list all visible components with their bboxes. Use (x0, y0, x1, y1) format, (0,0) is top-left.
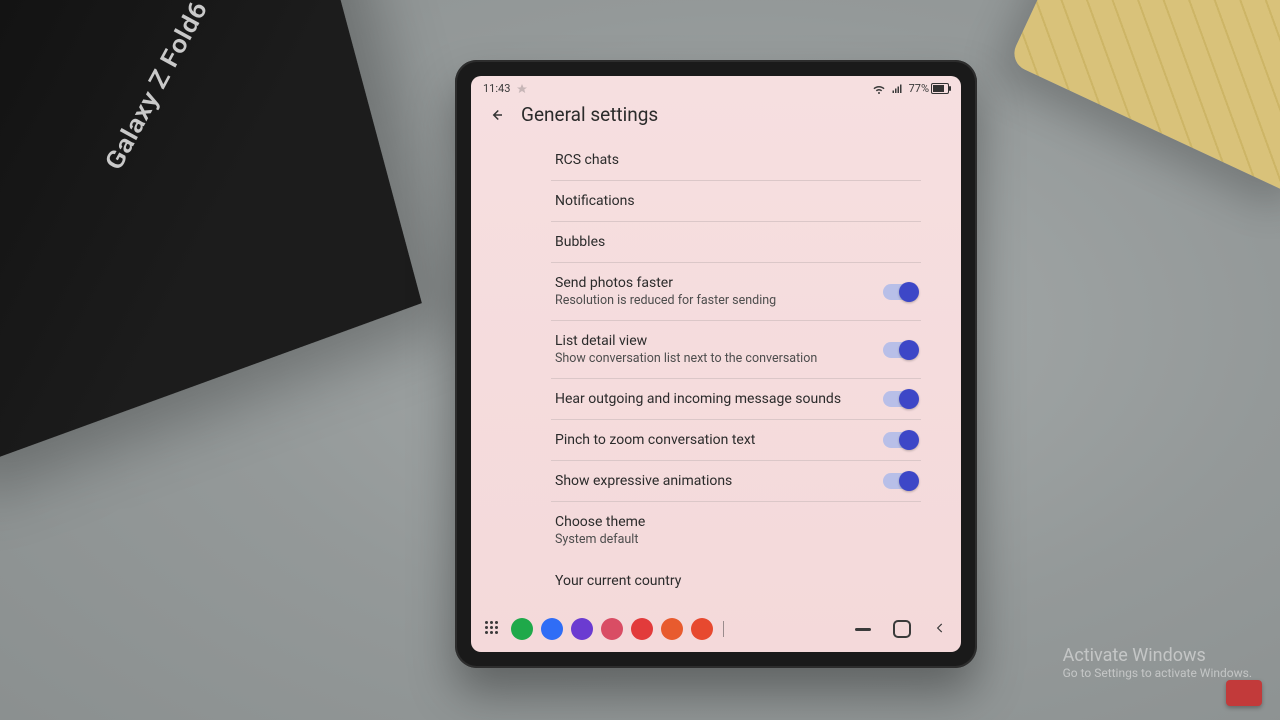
toggle-pinch-zoom[interactable] (883, 432, 917, 448)
watermark-title: Activate Windows (1063, 645, 1252, 666)
location-icon (516, 83, 528, 95)
setting-label: List detail view (555, 333, 871, 349)
taskbar-separator (723, 621, 724, 637)
signal-icon (891, 83, 903, 95)
battery-percent: 77% (909, 82, 929, 95)
watermark-subtitle: Go to Settings to activate Windows. (1063, 666, 1252, 680)
status-bar: 11:43 77% (471, 76, 961, 97)
channel-logo (1226, 680, 1262, 706)
settings-list: RCS chats Notifications Bubbles Send pho… (551, 140, 921, 589)
setting-rcs-chats[interactable]: RCS chats (551, 140, 921, 181)
toggle-send-photos-faster[interactable] (883, 284, 917, 300)
status-time: 11:43 (483, 82, 510, 95)
product-box-prop (0, 0, 422, 481)
arrow-left-icon (487, 106, 505, 124)
page-header: General settings (471, 97, 961, 136)
setting-current-country[interactable]: Your current country (551, 559, 921, 589)
setting-label: Bubbles (555, 234, 917, 250)
taskbar-app-phone[interactable] (511, 618, 533, 640)
nav-back-button[interactable] (933, 620, 947, 639)
taskbar-app-app4[interactable] (601, 618, 623, 640)
setting-label: Pinch to zoom conversation text (555, 432, 871, 448)
battery-indicator: 77% (909, 82, 949, 95)
taskbar (471, 612, 961, 646)
setting-label: Send photos faster (555, 275, 871, 291)
app-drawer-button[interactable] (485, 621, 501, 637)
nav-home-button[interactable] (893, 620, 911, 638)
wood-prop (1009, 0, 1280, 197)
nav-recents-button[interactable] (855, 628, 871, 631)
setting-label: Hear outgoing and incoming message sound… (555, 391, 871, 407)
setting-sublabel: Show conversation list next to the conve… (555, 351, 871, 366)
setting-label: RCS chats (555, 152, 917, 168)
setting-bubbles[interactable]: Bubbles (551, 222, 921, 263)
setting-pinch-zoom[interactable]: Pinch to zoom conversation text (551, 420, 921, 461)
device-screen: 11:43 77% (471, 76, 961, 652)
windows-activation-watermark: Activate Windows Go to Settings to activ… (1063, 645, 1252, 680)
taskbar-app-viber[interactable] (571, 618, 593, 640)
setting-list-detail-view[interactable]: List detail view Show conversation list … (551, 321, 921, 379)
setting-label: Your current country (555, 573, 917, 589)
toggle-expressive-animations[interactable] (883, 473, 917, 489)
setting-expressive-animations[interactable]: Show expressive animations (551, 461, 921, 502)
toggle-message-sounds[interactable] (883, 391, 917, 407)
setting-message-sounds[interactable]: Hear outgoing and incoming message sound… (551, 379, 921, 420)
setting-label: Notifications (555, 193, 917, 209)
navigation-bar (855, 620, 947, 639)
setting-notifications[interactable]: Notifications (551, 181, 921, 222)
taskbar-app-app6[interactable] (661, 618, 683, 640)
setting-label: Show expressive animations (555, 473, 871, 489)
setting-send-photos-faster[interactable]: Send photos faster Resolution is reduced… (551, 263, 921, 321)
back-button[interactable] (485, 104, 507, 126)
tablet-device-frame: 11:43 77% (455, 60, 977, 668)
taskbar-app-messages[interactable] (541, 618, 563, 640)
taskbar-app-app7[interactable] (691, 618, 713, 640)
setting-sublabel: System default (555, 532, 917, 547)
setting-label: Choose theme (555, 514, 917, 530)
toggle-list-detail-view[interactable] (883, 342, 917, 358)
setting-choose-theme[interactable]: Choose theme System default (551, 502, 921, 559)
wifi-icon (873, 83, 885, 95)
taskbar-app-youtube[interactable] (631, 618, 653, 640)
page-title: General settings (521, 103, 658, 126)
setting-sublabel: Resolution is reduced for faster sending (555, 293, 871, 308)
